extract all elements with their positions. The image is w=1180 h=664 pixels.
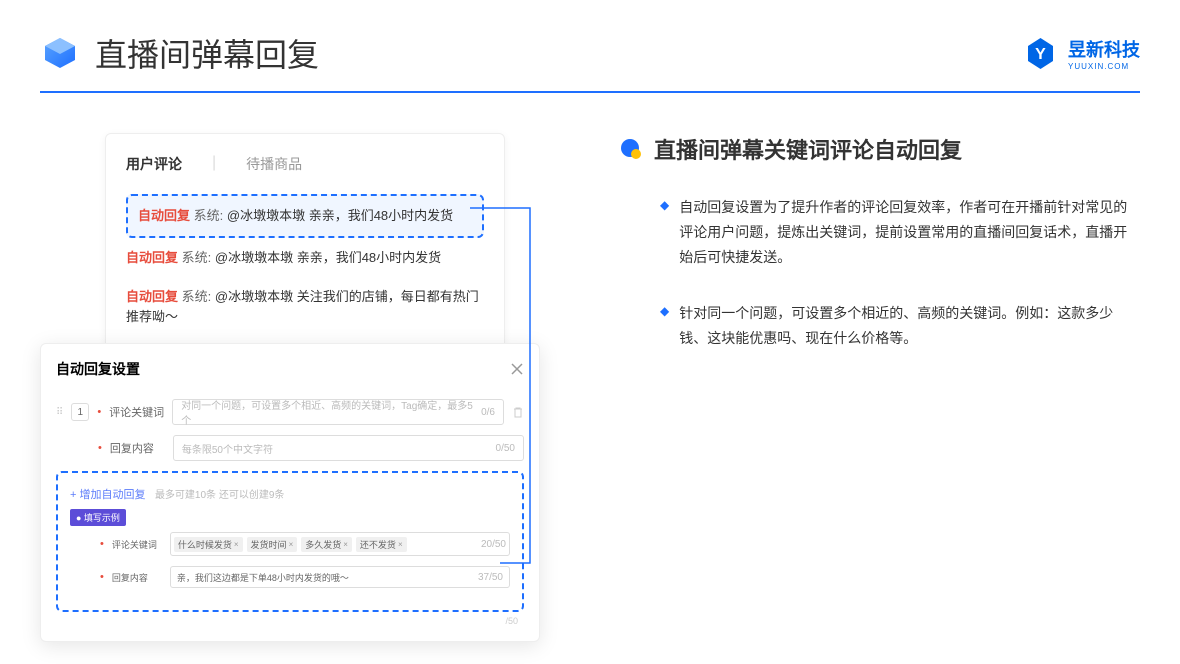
- content-row: • 回复内容 每条限50个中文字符 0/50: [56, 435, 524, 461]
- comments-card: 用户评论 | 待播商品 自动回复 系统: @冰墩墩本墩 亲亲，我们48小时内发货…: [105, 133, 505, 357]
- bullet-marker-icon: ◆: [660, 304, 669, 351]
- keyword-label: 评论关键词: [109, 404, 164, 420]
- logo-text-en: YUUXIN.COM: [1068, 62, 1140, 71]
- comment-text: @冰墩墩本墩 关注我们的店铺，每日都有热门推荐呦～: [126, 289, 479, 324]
- tab-pending-goods[interactable]: 待播商品: [246, 154, 302, 179]
- example-content-row: • 回复内容 亲，我们这边都是下单48小时内发货的哦～ 37/50: [70, 566, 510, 588]
- bullet-marker-icon: ◆: [660, 198, 669, 271]
- tag-remove-icon[interactable]: ×: [398, 540, 403, 549]
- example-content-input[interactable]: 亲，我们这边都是下单48小时内发货的哦～ 37/50: [170, 566, 510, 588]
- tabs-row: 用户评论 | 待播商品: [126, 154, 484, 179]
- settings-title: 自动回复设置: [56, 359, 140, 379]
- screenshot-panel: 用户评论 | 待播商品 自动回复 系统: @冰墩墩本墩 亲亲，我们48小时内发货…: [40, 133, 560, 381]
- example-keyword-row: • 评论关键词 什么时候发货× 发货时间× 多久发货× 还不发货× 20/50: [70, 532, 510, 556]
- bullet-text: 自动回复设置为了提升作者的评论回复效率，作者可在开播前针对常见的评论用户问题，提…: [679, 195, 1140, 271]
- auto-reply-badge: 自动回复: [126, 250, 178, 265]
- page-title: 直播间弹幕回复: [95, 30, 319, 76]
- tag: 还不发货×: [356, 537, 407, 552]
- order-number: 1: [71, 403, 89, 421]
- auto-reply-badge: 自动回复: [126, 289, 178, 304]
- comment-item: 自动回复 系统: @冰墩墩本墩 关注我们的店铺，每日都有热门推荐呦～: [126, 277, 484, 336]
- comment-item-highlighted: 自动回复 系统: @冰墩墩本墩 亲亲，我们48小时内发货: [126, 194, 484, 238]
- comment-item: 自动回复 系统: @冰墩墩本墩 亲亲，我们48小时内发货: [126, 238, 484, 278]
- logo-icon: Y: [1023, 36, 1058, 71]
- example-tag-input[interactable]: 什么时候发货× 发货时间× 多久发货× 还不发货× 20/50: [170, 532, 510, 556]
- example-badge: ● 填写示例: [70, 509, 126, 526]
- footer-count: /50: [56, 612, 524, 626]
- page-header: 直播间弹幕回复 Y 昱新科技 YUUXIN.COM: [0, 0, 1180, 91]
- comment-text: @冰墩墩本墩 亲亲，我们48小时内发货: [227, 208, 453, 223]
- drag-handle-icon[interactable]: ⠿: [56, 407, 63, 418]
- content-label: 回复内容: [110, 440, 165, 456]
- tag: 什么时候发货×: [174, 537, 243, 552]
- cube-icon: [40, 33, 80, 73]
- keyword-row: ⠿ 1 • 评论关键词 对同一个问题，可设置多个相近、高频的关键词，Tag确定，…: [56, 399, 524, 425]
- add-auto-reply-link[interactable]: + 增加自动回复: [70, 489, 145, 501]
- logo: Y 昱新科技 YUUXIN.COM: [1023, 36, 1140, 71]
- logo-text-cn: 昱新科技: [1068, 36, 1140, 62]
- svg-text:Y: Y: [1035, 46, 1046, 63]
- tag-remove-icon[interactable]: ×: [289, 540, 294, 549]
- bullet-item: ◆ 自动回复设置为了提升作者的评论回复效率，作者可在开播前针对常见的评论用户问题…: [620, 195, 1140, 271]
- example-box: + 增加自动回复 最多可建10条 还可以创建9条 ● 填写示例 • 评论关键词 …: [56, 471, 524, 612]
- bubble-icon: [620, 138, 642, 160]
- system-label: 系统:: [194, 208, 224, 223]
- tag: 发货时间×: [247, 537, 298, 552]
- tab-divider: |: [212, 154, 216, 179]
- tag-remove-icon[interactable]: ×: [234, 540, 239, 549]
- header-divider: [40, 91, 1140, 93]
- example-content-label: 回复内容: [112, 571, 162, 584]
- system-label: 系统:: [182, 250, 212, 265]
- required-marker: •: [97, 406, 101, 418]
- system-label: 系统:: [182, 289, 212, 304]
- tab-user-comments[interactable]: 用户评论: [126, 154, 182, 179]
- description-panel: 直播间弹幕关键词评论自动回复 ◆ 自动回复设置为了提升作者的评论回复效率，作者可…: [620, 133, 1140, 381]
- auto-reply-badge: 自动回复: [138, 208, 190, 223]
- connector-line: [470, 193, 540, 573]
- section-title: 直播间弹幕关键词评论自动回复: [654, 133, 962, 165]
- bullet-text: 针对同一个问题，可设置多个相近的、高频的关键词。例如：这款多少钱、这块能优惠吗、…: [679, 301, 1140, 351]
- tag-remove-icon[interactable]: ×: [343, 540, 348, 549]
- keyword-input[interactable]: 对同一个问题，可设置多个相近、高频的关键词，Tag确定，最多5个 0/6: [172, 399, 504, 425]
- comment-text: @冰墩墩本墩 亲亲，我们48小时内发货: [215, 250, 441, 265]
- settings-card: 自动回复设置 ⠿ 1 • 评论关键词 对同一个问题，可设置多个相近、高频的关键词…: [40, 343, 540, 642]
- tag: 多久发货×: [301, 537, 352, 552]
- add-hint: 最多可建10条 还可以创建9条: [155, 490, 284, 501]
- bullet-item: ◆ 针对同一个问题，可设置多个相近的、高频的关键词。例如：这款多少钱、这块能优惠…: [620, 301, 1140, 351]
- required-marker: •: [98, 442, 102, 454]
- example-keyword-label: 评论关键词: [112, 538, 162, 551]
